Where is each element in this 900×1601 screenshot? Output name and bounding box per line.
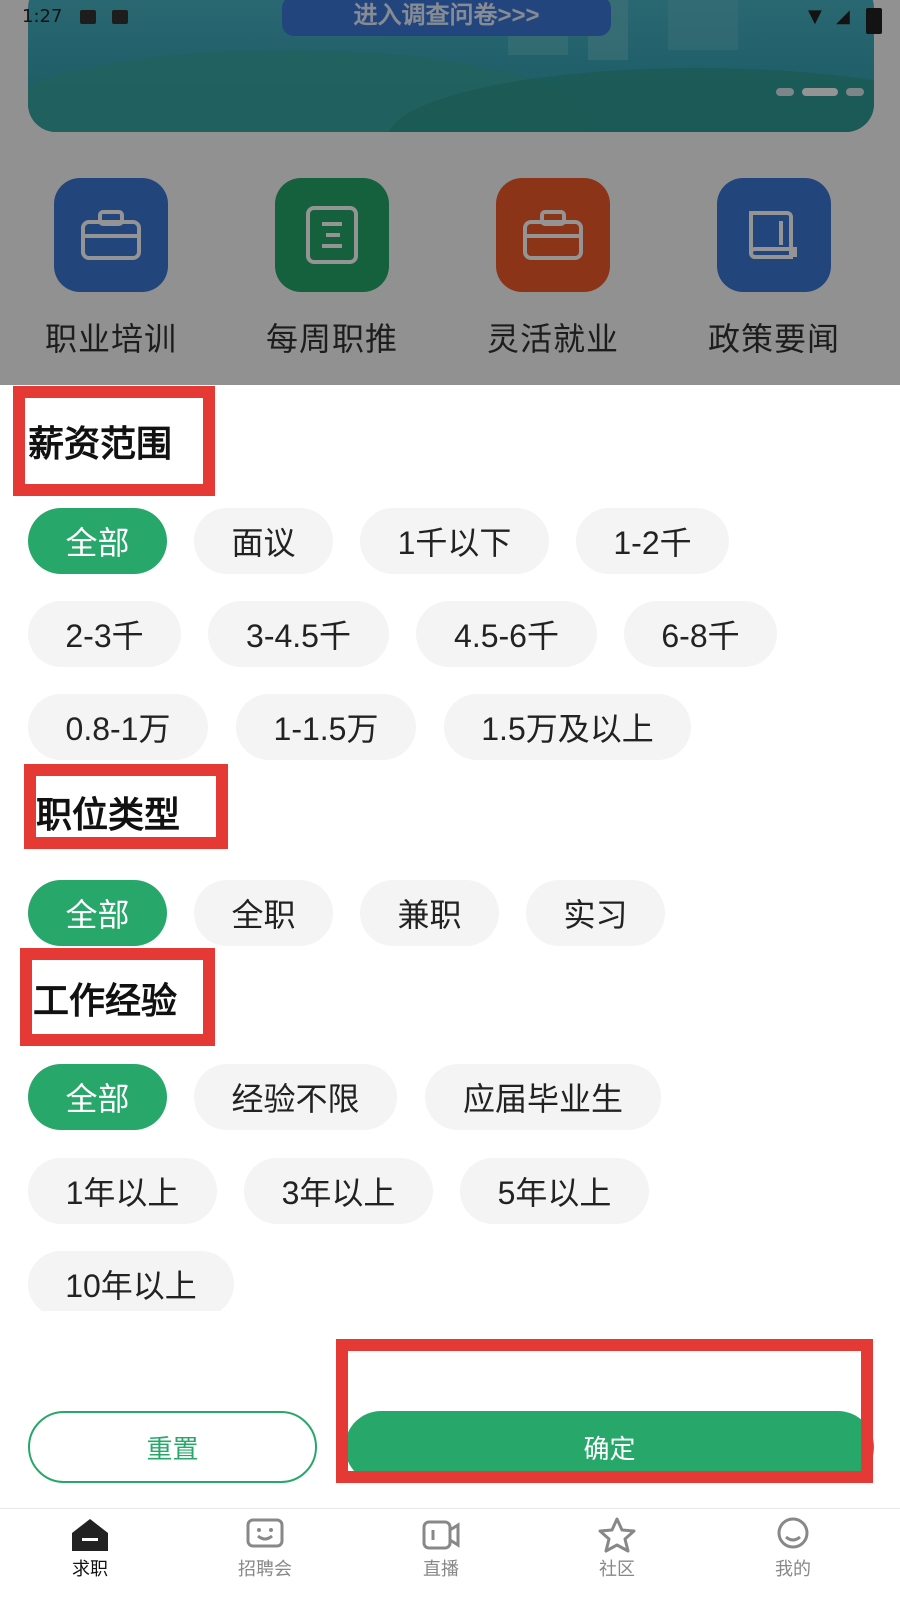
experience-chip-5yr[interactable]: 5年以上 (460, 1158, 649, 1224)
video-icon (422, 1520, 460, 1550)
salary-chip-1.5w-plus[interactable]: 1.5万及以上 (444, 694, 691, 760)
nav-item-live[interactable]: 直播 (381, 1517, 501, 1581)
reset-button[interactable]: 重置 (28, 1411, 317, 1483)
salary-chip-0.8-1w[interactable]: 0.8-1万 (28, 694, 208, 760)
home-icon (72, 1519, 108, 1551)
profile-icon (777, 1517, 809, 1549)
star-icon (598, 1517, 636, 1553)
modal-backdrop[interactable] (0, 0, 900, 385)
salary-chip-under-1k[interactable]: 1千以下 (360, 508, 549, 574)
experience-chip-3yr[interactable]: 3年以上 (244, 1158, 433, 1224)
nav-item-profile[interactable]: 我的 (733, 1517, 853, 1581)
nav-label: 招聘会 (238, 1559, 292, 1580)
salary-chip-negotiable[interactable]: 面议 (194, 508, 333, 574)
salary-chip-1-2k[interactable]: 1-2千 (576, 508, 729, 574)
nav-label: 社区 (599, 1559, 635, 1580)
nav-item-jobs[interactable]: 求职 (30, 1517, 150, 1581)
nav-item-job-fair[interactable]: 招聘会 (205, 1517, 325, 1581)
job-type-chip-internship[interactable]: 实习 (526, 880, 665, 946)
highlight-box (24, 764, 228, 849)
bottom-nav: 求职 招聘会 直播 社区 我的 (0, 1508, 900, 1601)
experience-chip-all[interactable]: 全部 (28, 1064, 167, 1130)
experience-row-clip: 10年以上 (28, 1251, 238, 1311)
nav-label: 直播 (423, 1559, 459, 1580)
highlight-box (20, 948, 215, 1046)
nav-item-community[interactable]: 社区 (557, 1517, 677, 1581)
highlight-box (336, 1339, 873, 1483)
experience-chip-new-graduate[interactable]: 应届毕业生 (425, 1064, 661, 1130)
job-type-chip-full-time[interactable]: 全职 (194, 880, 333, 946)
salary-chip-3-4.5k[interactable]: 3-4.5千 (208, 601, 389, 667)
job-type-chip-all[interactable]: 全部 (28, 880, 167, 946)
job-type-chip-part-time[interactable]: 兼职 (360, 880, 499, 946)
salary-chip-all[interactable]: 全部 (28, 508, 167, 574)
experience-chip-10yr[interactable]: 10年以上 (28, 1251, 234, 1311)
experience-chip-1yr[interactable]: 1年以上 (28, 1158, 217, 1224)
highlight-box (13, 386, 215, 496)
salary-chip-1-1.5w[interactable]: 1-1.5万 (236, 694, 416, 760)
experience-chip-unlimited[interactable]: 经验不限 (194, 1064, 397, 1130)
smiley-chat-icon (246, 1518, 284, 1548)
nav-label: 求职 (72, 1559, 108, 1580)
salary-chip-2-3k[interactable]: 2-3千 (28, 601, 181, 667)
nav-label: 我的 (775, 1559, 811, 1580)
salary-chip-4.5-6k[interactable]: 4.5-6千 (416, 601, 597, 667)
salary-chip-6-8k[interactable]: 6-8千 (624, 601, 777, 667)
